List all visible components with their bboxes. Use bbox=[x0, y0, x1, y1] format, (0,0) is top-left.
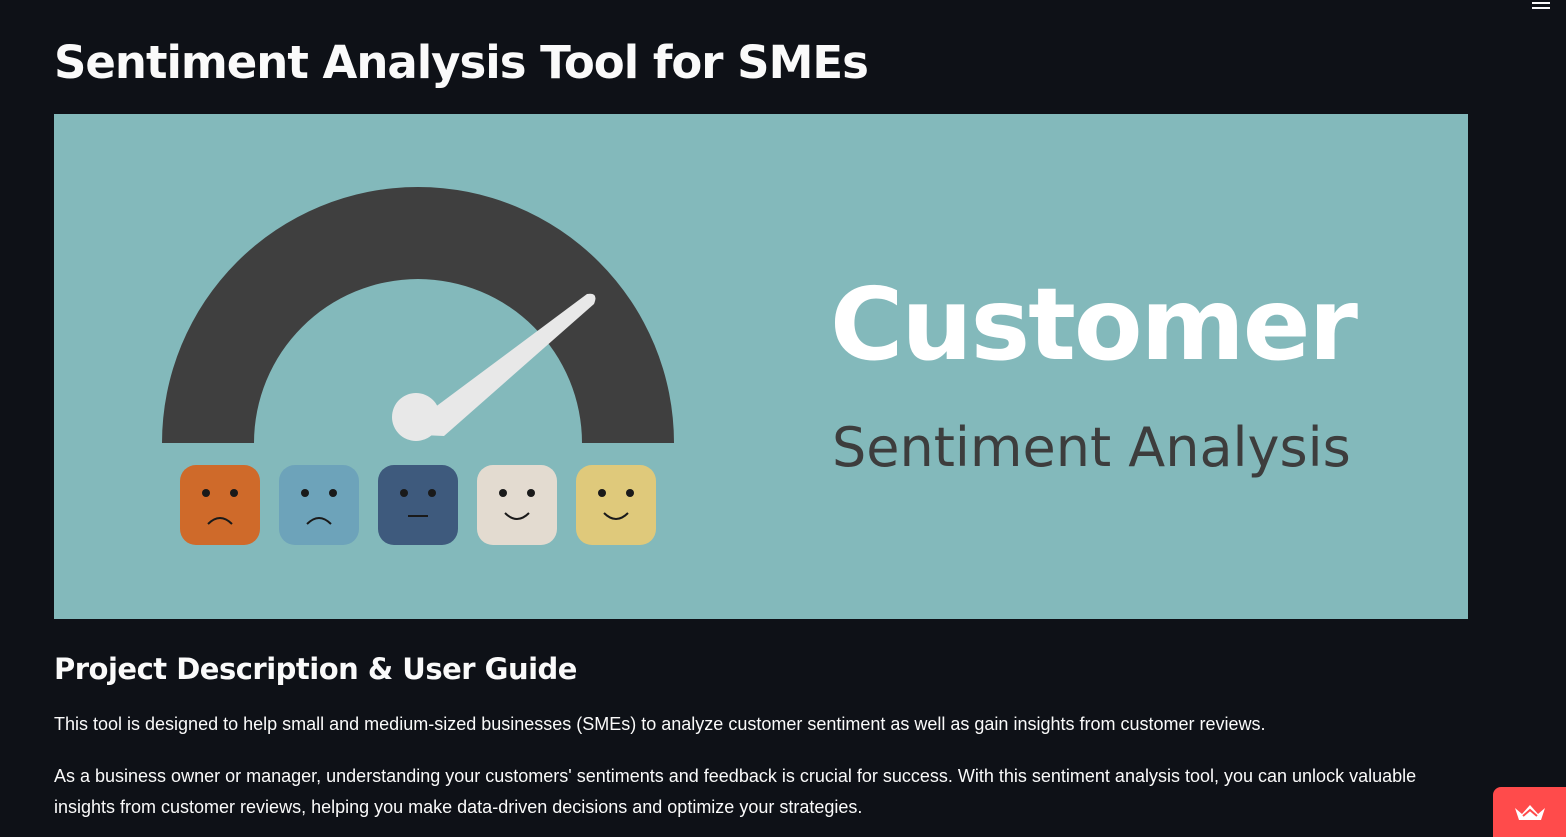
description-paragraph: As a business owner or manager, understa… bbox=[54, 766, 1417, 817]
section-heading: Project Description & User Guide bbox=[54, 652, 577, 686]
banner-subtitle: Sentiment Analysis bbox=[832, 416, 1351, 479]
page-title: Sentiment Analysis Tool for SMEs bbox=[54, 36, 869, 89]
banner-title: Customer bbox=[830, 266, 1358, 383]
sad-face-icon bbox=[279, 465, 359, 545]
hamburger-menu-icon-bar bbox=[1532, 7, 1550, 9]
very-sad-face-icon bbox=[180, 465, 260, 545]
app-page: Sentiment Analysis Tool for SMEs Custome… bbox=[0, 0, 1566, 837]
streamlit-crown-icon bbox=[1514, 805, 1545, 820]
main-menu-button[interactable] bbox=[1532, 0, 1552, 14]
neutral-face-icon bbox=[378, 465, 458, 545]
banner-image: Customer Sentiment Analysis bbox=[54, 114, 1468, 619]
hamburger-menu-icon bbox=[1532, 2, 1550, 4]
very-happy-face-icon bbox=[576, 465, 656, 545]
happy-face-icon bbox=[477, 465, 557, 545]
streamlit-badge-button[interactable] bbox=[1493, 787, 1566, 837]
description-paragraph: This tool is designed to help small and … bbox=[54, 714, 1266, 734]
